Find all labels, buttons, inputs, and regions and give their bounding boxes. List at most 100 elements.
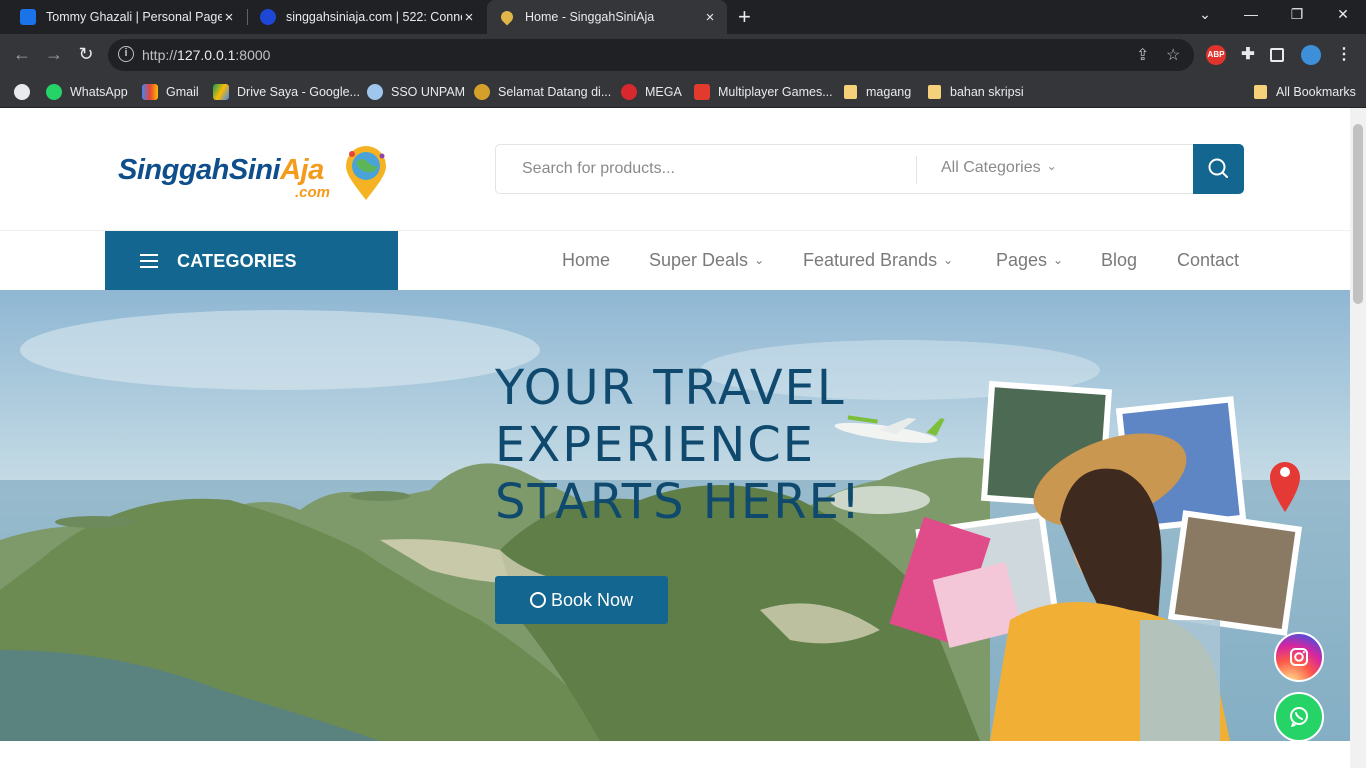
close-icon[interactable]: ×	[703, 9, 717, 26]
page-scrollbar[interactable]	[1350, 108, 1366, 768]
close-icon[interactable]: ×	[462, 9, 476, 26]
tab-tommy[interactable]: Tommy Ghazali | Personal Pages ×	[8, 0, 246, 34]
whatsapp-float-button[interactable]	[1274, 692, 1324, 741]
bookmark-gmail[interactable]: Gmail	[142, 82, 199, 102]
tab-strip: Tommy Ghazali | Personal Pages × singgah…	[0, 0, 1366, 34]
nav-contact[interactable]: Contact	[1177, 250, 1239, 271]
search-icon	[1208, 158, 1228, 178]
drive-icon	[213, 84, 229, 100]
categories-button[interactable]: CATEGORIES	[105, 231, 398, 291]
bookmark-sso[interactable]: SSO UNPAM	[367, 82, 465, 102]
badge-icon	[474, 84, 490, 100]
apps-icon[interactable]	[14, 82, 38, 102]
nav-label: Super Deals	[649, 250, 749, 270]
url-port: :8000	[235, 47, 271, 63]
tab-search-icon[interactable]: ⌄	[1190, 6, 1220, 23]
chevron-down-icon: ⌄	[1053, 253, 1064, 267]
address-bar[interactable]: i http://127.0.0.1:8000 ⇪ ☆	[108, 39, 1194, 71]
book-now-label: Book Now	[550, 589, 634, 610]
search-button[interactable]	[1193, 144, 1244, 194]
nav-home[interactable]: Home	[562, 250, 610, 271]
close-window-icon[interactable]: ✕	[1328, 6, 1358, 23]
browser-chrome: Tommy Ghazali | Personal Pages × singgah…	[0, 0, 1366, 108]
back-icon[interactable]: ←	[10, 44, 34, 64]
chevron-down-icon: ⌄	[943, 253, 954, 267]
tab-title: Home - SinggahSiniAja	[525, 10, 655, 24]
category-select[interactable]: All Categories ⌄	[941, 159, 1057, 177]
globe-icon	[260, 9, 276, 25]
bookmark-mega[interactable]: MEGA	[621, 82, 682, 102]
scrollbar-thumb[interactable]	[1353, 124, 1363, 304]
bookmark-label: WhatsApp	[70, 85, 128, 99]
games-icon	[694, 84, 710, 100]
book-now-button[interactable]: Book Now	[495, 576, 668, 624]
bookmark-folder-skripsi[interactable]: bahan skripsi	[928, 82, 1024, 102]
whatsapp-icon	[46, 84, 62, 100]
bookmark-drive[interactable]: Drive Saya - Google...	[213, 82, 360, 102]
nav-super-deals[interactable]: Super Deals ⌄	[649, 250, 764, 271]
share-icon[interactable]: ⇪	[1136, 45, 1149, 65]
bookmark-label: bahan skripsi	[950, 85, 1024, 99]
bookmark-label: Multiplayer Games...	[718, 85, 833, 99]
tab-title: Tommy Ghazali | Personal Pages	[46, 10, 222, 24]
bookmark-selamat[interactable]: Selamat Datang di...	[474, 82, 611, 102]
categories-label: CATEGORIES	[177, 251, 297, 271]
search-divider	[916, 156, 917, 184]
bookmark-label: SSO UNPAM	[391, 85, 466, 99]
web-page: SinggahSiniAja .com All Categories ⌄ CATE…	[0, 108, 1350, 768]
logo-main: SinggahSini	[118, 154, 281, 186]
sso-icon	[367, 84, 383, 100]
folder-icon	[928, 85, 941, 99]
bookmark-label: Selamat Datang di...	[498, 85, 612, 99]
menu-icon[interactable]: ⋮	[1334, 45, 1354, 65]
folder-icon	[1254, 85, 1267, 99]
minimize-icon[interactable]: —	[1236, 6, 1266, 22]
hero-banner: YOUR TRAVEL EXPERIENCE STARTS HERE! Book…	[0, 290, 1350, 741]
gmail-icon	[142, 84, 158, 100]
nav-featured-brands[interactable]: Featured Brands ⌄	[803, 250, 953, 271]
bookmark-label: All Bookmarks	[1276, 85, 1356, 99]
bookmark-folder-magang[interactable]: magang	[844, 82, 911, 102]
close-icon[interactable]: ×	[222, 9, 236, 26]
star-icon[interactable]: ☆	[1166, 45, 1180, 65]
all-bookmarks[interactable]: All Bookmarks	[1254, 82, 1356, 102]
bookmark-whatsapp[interactable]: WhatsApp	[46, 82, 128, 102]
hamburger-icon	[140, 254, 158, 268]
bookmark-label: magang	[866, 85, 912, 99]
logo-wordmark: SinggahSiniAja	[118, 154, 324, 187]
whatsapp-icon	[1290, 707, 1308, 728]
url-text[interactable]: http://127.0.0.1:8000	[142, 47, 270, 63]
instagram-icon	[1290, 648, 1308, 666]
chevron-down-icon: ⌄	[1046, 159, 1057, 173]
mega-icon	[621, 84, 637, 100]
bookmark-label: Gmail	[166, 85, 199, 99]
content-strip	[0, 741, 1350, 768]
globe-pin-icon	[346, 146, 386, 200]
category-select-label: All Categories	[941, 159, 1041, 176]
profile-avatar[interactable]	[1301, 45, 1321, 65]
sidepanel-icon[interactable]	[1270, 48, 1284, 62]
forward-icon[interactable]: →	[42, 44, 66, 64]
extensions-icon[interactable]: ✚	[1238, 45, 1258, 65]
pin-icon	[498, 8, 516, 26]
nav-blog[interactable]: Blog	[1101, 250, 1137, 271]
nav-pages[interactable]: Pages ⌄	[996, 250, 1063, 271]
instagram-button[interactable]	[1274, 632, 1324, 682]
grid-icon	[20, 9, 36, 25]
reload-icon[interactable]: ↻	[74, 44, 98, 64]
chevron-down-icon: ⌄	[754, 253, 765, 267]
nav-label: Featured Brands	[803, 250, 938, 270]
browser-toolbar: ← → ↻ i http://127.0.0.1:8000 ⇪ ☆ ABP ✚ …	[0, 34, 1366, 76]
new-tab-button[interactable]: +	[738, 6, 751, 28]
adblock-icon[interactable]: ABP	[1206, 45, 1226, 65]
search-input[interactable]	[496, 145, 916, 193]
tab-home-active[interactable]: Home - SinggahSiniAja ×	[487, 0, 727, 34]
restore-icon[interactable]: ❐	[1282, 6, 1312, 23]
bookmarks-bar: WhatsApp Gmail Drive Saya - Google... SS…	[0, 76, 1366, 108]
info-icon[interactable]: i	[118, 46, 134, 62]
tab-singgah-error[interactable]: singgahsiniaja.com | 522: Conne ×	[248, 0, 486, 34]
tab-title: singgahsiniaja.com | 522: Conne	[286, 10, 462, 24]
bookmark-games[interactable]: Multiplayer Games...	[694, 82, 833, 102]
logo-accent: Aja	[280, 154, 324, 186]
nav-label: Pages	[996, 250, 1048, 270]
